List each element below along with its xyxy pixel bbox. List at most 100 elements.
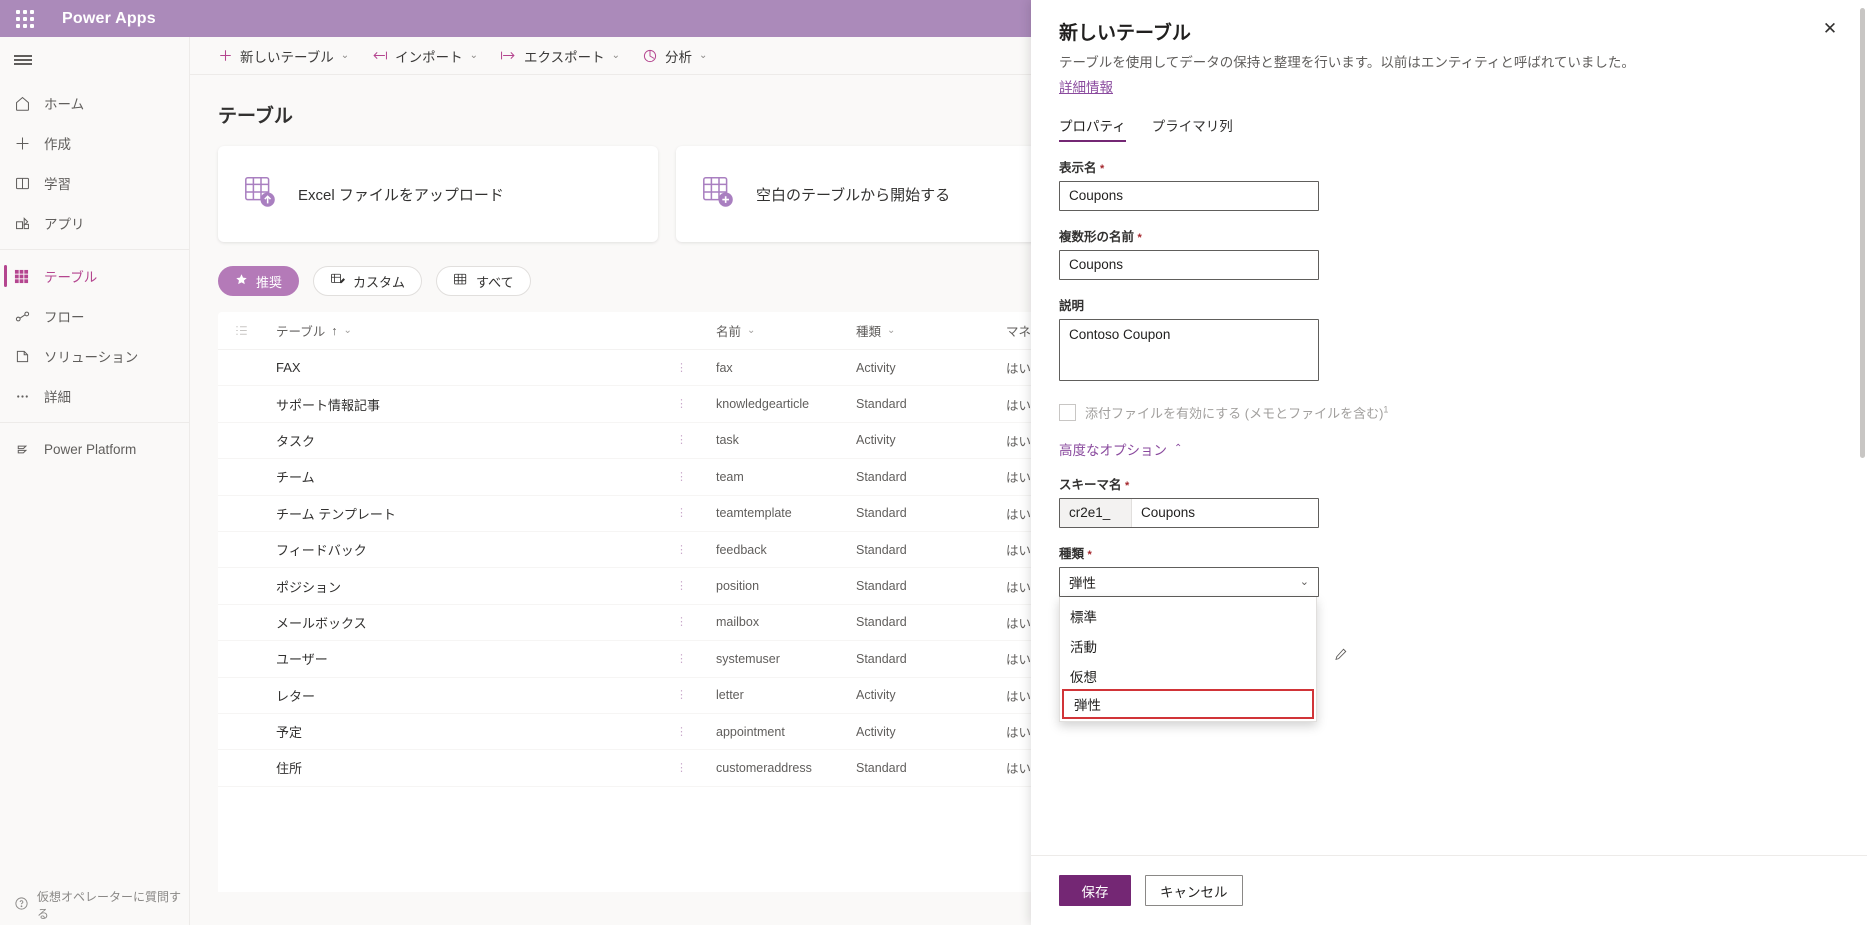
row-actions-icon[interactable]: ⋮ (676, 436, 688, 444)
panel-title: 新しいテーブル (1059, 18, 1839, 45)
plural-name-input[interactable] (1059, 250, 1319, 280)
sidebar-item-more[interactable]: 詳細 (0, 376, 189, 416)
chevron-down-icon[interactable]: ⌄ (341, 50, 349, 61)
tab-properties[interactable]: プロパティ (1059, 115, 1126, 142)
card-label: Excel ファイルをアップロード (298, 184, 504, 205)
new-table-button[interactable]: 新しいテーブル ⌄ (218, 46, 349, 66)
learn-more-link[interactable]: 詳細情報 (1059, 76, 1113, 96)
sidebar-item-label: テーブル (44, 266, 97, 286)
sidebar-item-apps[interactable]: アプリ (0, 203, 189, 243)
cell-table-name: チーム テンプレート⋮ (276, 504, 716, 523)
cell-type: Activity (856, 688, 1006, 702)
export-arrow-icon (500, 48, 517, 63)
hamburger-icon[interactable] (0, 37, 189, 83)
filter-chip-all[interactable]: すべて (436, 266, 531, 296)
chevron-down-icon[interactable]: ⌄ (699, 50, 707, 61)
advanced-options-toggle[interactable]: 高度なオプション ⌃ (1059, 439, 1839, 459)
advanced-options-label: 高度なオプション (1059, 439, 1167, 459)
book-icon (14, 175, 44, 192)
row-actions-icon[interactable]: ⋮ (676, 509, 688, 517)
type-option[interactable]: 仮想 (1060, 661, 1316, 691)
analytics-button[interactable]: 分析 ⌄ (642, 46, 707, 66)
export-button[interactable]: エクスポート ⌄ (500, 46, 620, 66)
cell-type: Activity (856, 361, 1006, 375)
row-actions-icon[interactable]: ⋮ (676, 655, 688, 663)
chevron-down-icon[interactable]: ⌄ (344, 325, 352, 336)
cell-logical-name: team (716, 470, 856, 484)
sidebar-item-home[interactable]: ホーム (0, 83, 189, 123)
attachments-checkbox[interactable] (1059, 404, 1076, 421)
save-button[interactable]: 保存 (1059, 875, 1131, 906)
cancel-button[interactable]: キャンセル (1145, 875, 1243, 906)
left-navigation: ホーム 作成 学習 アプリ (0, 37, 190, 925)
cell-table-name: チーム⋮ (276, 467, 716, 486)
chevron-down-icon[interactable]: ⌄ (887, 325, 895, 336)
row-actions-icon[interactable]: ⋮ (676, 473, 688, 481)
type-option[interactable]: 弾性 (1064, 691, 1312, 717)
column-header-table[interactable]: テーブル ↑ ⌄ (276, 321, 716, 340)
table-add-icon (700, 173, 738, 216)
list-columns-icon[interactable] (234, 323, 276, 338)
row-actions-icon[interactable]: ⋮ (676, 582, 688, 590)
type-label: 種類 * (1059, 543, 1839, 562)
type-option[interactable]: 活動 (1060, 631, 1316, 661)
sidebar-item-tables[interactable]: テーブル (0, 256, 189, 296)
filter-chip-custom[interactable]: カスタム (313, 266, 422, 296)
sidebar-item-create[interactable]: 作成 (0, 123, 189, 163)
flow-icon (14, 308, 44, 325)
panel-footer: 保存 キャンセル (1031, 855, 1867, 925)
chevron-down-icon[interactable]: ⌄ (470, 50, 478, 61)
row-actions-icon[interactable]: ⋮ (676, 618, 688, 626)
panel-scrollbar[interactable] (1860, 8, 1865, 458)
table-icon (14, 269, 44, 284)
schema-name-input[interactable]: cr2e1_ Coupons (1059, 498, 1319, 528)
row-actions-icon[interactable]: ⋮ (676, 364, 688, 372)
sidebar-item-solutions[interactable]: ソリューション (0, 336, 189, 376)
row-actions-icon[interactable]: ⋮ (676, 691, 688, 699)
sidebar-item-learn[interactable]: 学習 (0, 163, 189, 203)
tab-primary-column[interactable]: プライマリ列 (1152, 115, 1233, 142)
sidebar-item-flows[interactable]: フロー (0, 296, 189, 336)
chevron-down-icon[interactable]: ⌄ (747, 325, 755, 336)
schema-name-field: スキーマ名 * cr2e1_ Coupons (1059, 474, 1839, 528)
sidebar-item-label: アプリ (44, 213, 85, 233)
display-name-input[interactable] (1059, 181, 1319, 211)
close-icon[interactable]: ✕ (1817, 16, 1843, 42)
cell-table-name: フィードバック⋮ (276, 540, 716, 559)
cell-type: Standard (856, 506, 1006, 520)
chevron-down-icon[interactable]: ⌄ (612, 50, 620, 61)
waffle-grid-icon[interactable] (6, 10, 44, 28)
table-edit-icon (330, 272, 345, 290)
nav-divider (0, 422, 189, 423)
pencil-icon[interactable] (1327, 641, 1353, 667)
schema-value[interactable]: Coupons (1132, 499, 1318, 527)
panel-tabs: プロパティ プライマリ列 (1059, 115, 1839, 142)
upload-excel-card[interactable]: Excel ファイルをアップロード (218, 146, 658, 242)
import-arrow-icon (371, 48, 388, 63)
cell-type: Standard (856, 615, 1006, 629)
type-select[interactable]: 弾性 ⌄ (1059, 567, 1319, 597)
display-name-field: 表示名 * (1059, 157, 1839, 211)
column-header-type[interactable]: 種類 ⌄ (856, 321, 1006, 340)
power-platform-icon (14, 441, 44, 458)
power-apps-window: Power Apps ホーム 作成 学習 (0, 0, 1867, 925)
attachments-checkbox-row[interactable]: 添付ファイルを有効にする (メモとファイルを含む)1 (1059, 403, 1839, 422)
type-option[interactable]: 標準 (1060, 601, 1316, 631)
virtual-operator-bar[interactable]: 仮想オペレーターに質問する (0, 885, 190, 925)
column-header-name[interactable]: 名前 ⌄ (716, 321, 856, 340)
cell-type: Standard (856, 470, 1006, 484)
row-actions-icon[interactable]: ⋮ (676, 764, 688, 772)
filter-chip-recommended[interactable]: 推奨 (218, 266, 299, 296)
row-actions-icon[interactable]: ⋮ (676, 728, 688, 736)
description-textarea[interactable]: Contoso Coupon (1059, 319, 1319, 381)
cell-table-name: タスク⋮ (276, 431, 716, 450)
sidebar-item-power-platform[interactable]: Power Platform (0, 429, 189, 469)
sidebar-item-label: フロー (44, 306, 85, 326)
row-actions-icon[interactable]: ⋮ (676, 400, 688, 408)
schema-prefix: cr2e1_ (1060, 499, 1132, 527)
cell-type: Standard (856, 543, 1006, 557)
import-button[interactable]: インポート ⌄ (371, 46, 478, 66)
cell-table-name: 予定⋮ (276, 722, 716, 741)
cell-table-name: ユーザー⋮ (276, 649, 716, 668)
row-actions-icon[interactable]: ⋮ (676, 546, 688, 554)
